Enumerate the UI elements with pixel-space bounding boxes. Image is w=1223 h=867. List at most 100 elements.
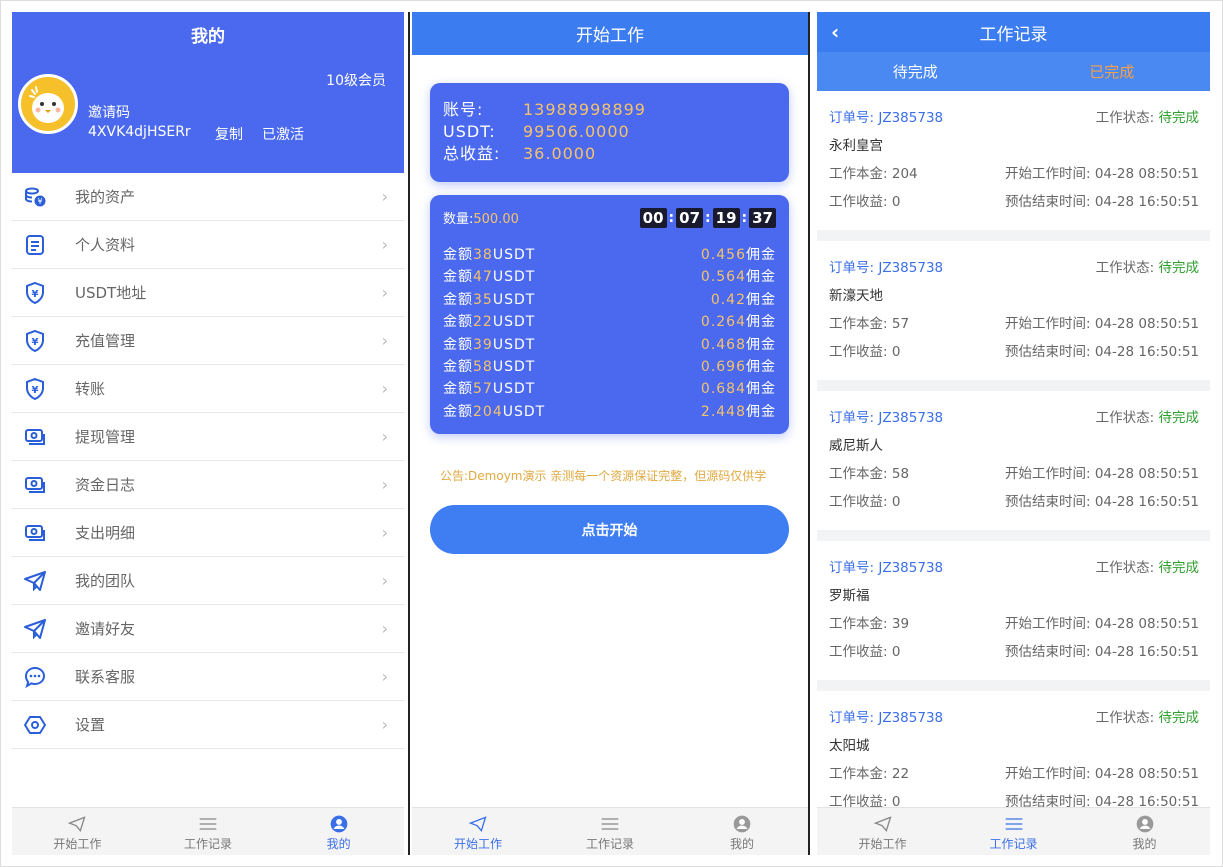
tab-label: 我的 — [729, 837, 754, 851]
amount-value: 57 — [473, 381, 493, 398]
earnings-label: 总收益: — [443, 144, 501, 163]
order-number: 订单号: JZ385738 — [829, 260, 944, 276]
start-time: 开始工作时间: 04-28 08:50:51 — [1004, 166, 1199, 182]
menu-item-contact-support[interactable]: 联系客服 › — [12, 653, 404, 701]
user-icon — [733, 815, 751, 833]
user-icon — [1136, 815, 1153, 833]
list-icon — [1005, 818, 1022, 830]
tab-mine[interactable]: 我的 — [273, 808, 404, 855]
timer-hours: 07 — [676, 207, 704, 228]
invite-code: 4XVK4djHSERr — [88, 124, 191, 140]
paper-plane-icon — [67, 816, 86, 833]
menu-item-transfer[interactable]: ¥ 转账 › — [12, 365, 404, 413]
chevron-right-icon: › — [381, 379, 388, 398]
work-status: 工作状态: 待完成 — [1095, 710, 1199, 726]
menu-item-my-team[interactable]: 我的团队 › — [12, 557, 404, 605]
tab-work-records[interactable]: 工作记录 — [143, 808, 274, 855]
profile-header: 我的 邀请码 4XVK4djHSERr 复制 已激活 10级会员 — [12, 12, 404, 173]
account-card: 账号: 13988998899 USDT: 99506.0000 总收益: 36… — [430, 83, 789, 182]
records-header: ‹ 工作记录 — [817, 12, 1210, 52]
commission-value: 0.696 — [700, 359, 746, 376]
yen-shield-icon: ¥ — [22, 328, 48, 354]
menu-label: 转账 — [75, 380, 106, 398]
list-item: 金额57USDT 0.684佣金 — [443, 381, 776, 398]
work-status: 工作状态: 待完成 — [1095, 410, 1199, 426]
work-status: 工作状态: 待完成 — [1095, 110, 1199, 126]
account-row: 账号: 13988998899 — [443, 99, 776, 121]
venue-name: 永利皇宫 — [829, 138, 883, 154]
timer-minutes: 19 — [712, 207, 740, 228]
menu-label: 支出明细 — [75, 524, 136, 542]
account-value: 13988998899 — [523, 100, 646, 119]
avatar[interactable] — [18, 74, 78, 134]
tab-start-work[interactable]: 开始工作 — [12, 808, 143, 855]
income: 工作收益: 0 — [829, 644, 901, 660]
income: 工作收益: 0 — [829, 194, 901, 210]
tab-mine[interactable]: 我的 — [676, 808, 808, 855]
start-button[interactable]: 点击开始 — [430, 505, 789, 554]
menu-item-profile[interactable]: 个人资料 › — [12, 221, 404, 269]
income: 工作收益: 0 — [829, 344, 901, 360]
list-item[interactable]: 订单号: JZ385738 工作状态: 待完成 永利皇宫 工作本金: 204 开始工… — [817, 91, 1210, 230]
tab-start-work[interactable]: 开始工作 — [817, 808, 948, 855]
tab-label: 开始工作 — [858, 837, 907, 851]
list-item: 金额38USDT 0.456佣金 — [443, 247, 776, 263]
commission-value: 0.456 — [700, 247, 746, 263]
list-icon — [601, 818, 619, 830]
menu-item-my-assets[interactable]: ¥ 我的资产 › — [12, 173, 404, 221]
page-title: 开始工作 — [412, 12, 808, 55]
usdt-value: 99506.0000 — [523, 122, 630, 141]
settings-hex-icon — [22, 712, 48, 738]
copy-button[interactable]: 复制 — [215, 124, 243, 144]
venue-name: 罗斯福 — [829, 588, 870, 604]
quantity: 数量:500.00 — [443, 208, 519, 227]
bottom-tabbar: 开始工作 工作记录 我的 — [12, 807, 404, 855]
menu-label: 邀请好友 — [75, 620, 136, 638]
paper-plane-icon — [468, 816, 487, 833]
menu-item-invite-friends[interactable]: 邀请好友 › — [12, 605, 404, 653]
tab-completed[interactable]: 已完成 — [1014, 52, 1211, 91]
chevron-right-icon: › — [381, 283, 388, 302]
list-item[interactable]: 订单号: JZ385738 工作状态: 待完成 罗斯福 工作本金: 39 开始工作时… — [817, 541, 1210, 680]
menu-item-recharge[interactable]: ¥ 充值管理 › — [12, 317, 404, 365]
paper-plane-icon — [22, 568, 48, 594]
menu-item-withdraw[interactable]: 提现管理 › — [12, 413, 404, 461]
account-label: 账号: — [443, 100, 484, 119]
amount-value: 47 — [473, 269, 493, 286]
tab-start-work[interactable]: 开始工作 — [412, 808, 544, 855]
quantity-value: 500.00 — [473, 212, 519, 227]
bottom-tabbar: 开始工作 工作记录 我的 — [817, 807, 1210, 855]
tab-work-records[interactable]: 工作记录 — [544, 808, 676, 855]
back-arrow-icon[interactable]: ‹ — [831, 20, 839, 44]
chevron-right-icon: › — [381, 619, 388, 638]
chevron-right-icon: › — [381, 427, 388, 446]
chevron-right-icon: › — [381, 715, 388, 734]
order-number: 订单号: JZ385738 — [829, 560, 944, 576]
cash-icon — [22, 424, 48, 450]
start-time: 开始工作时间: 04-28 08:50:51 — [1004, 466, 1199, 482]
tab-mine[interactable]: 我的 — [1079, 808, 1210, 855]
venue-name: 威尼斯人 — [829, 438, 883, 454]
svg-text:¥: ¥ — [32, 385, 39, 396]
list-item[interactable]: 订单号: JZ385738 工作状态: 待完成 威尼斯人 工作本金: 58 开始工作… — [817, 391, 1210, 530]
svg-text:¥: ¥ — [37, 197, 42, 206]
menu-label: 充值管理 — [75, 332, 136, 350]
end-time: 预估结束时间: 04-28 16:50:51 — [1004, 494, 1199, 510]
menu-label: 资金日志 — [75, 476, 136, 494]
order-list: 金额38USDT 0.456佣金 金额47USDT 0.564佣金 金额35USDT… — [443, 244, 776, 423]
amount-value: 204 — [473, 403, 503, 420]
menu-item-settings[interactable]: 设置 › — [12, 701, 404, 749]
chevron-right-icon: › — [381, 187, 388, 206]
list-item[interactable]: 订单号: JZ385738 工作状态: 待完成 新濠天地 工作本金: 57 开始工作… — [817, 241, 1210, 380]
venue-name: 新濠天地 — [829, 288, 883, 304]
commission-value: 0.564 — [700, 269, 746, 286]
panel-divider — [808, 12, 810, 855]
tab-pending[interactable]: 待完成 — [817, 52, 1014, 91]
tab-work-records[interactable]: 工作记录 — [948, 808, 1079, 855]
work-status: 工作状态: 待完成 — [1095, 560, 1199, 576]
menu-item-expenses[interactable]: 支出明细 › — [12, 509, 404, 557]
work-records-screen: ‹ 工作记录 待完成 已完成 订单号: JZ385738 工作状态: 待完成 永利… — [817, 12, 1210, 855]
menu-item-fund-log[interactable]: 资金日志 › — [12, 461, 404, 509]
cash-icon — [22, 472, 48, 498]
menu-item-usdt-address[interactable]: ¥ USDT地址 › — [12, 269, 404, 317]
